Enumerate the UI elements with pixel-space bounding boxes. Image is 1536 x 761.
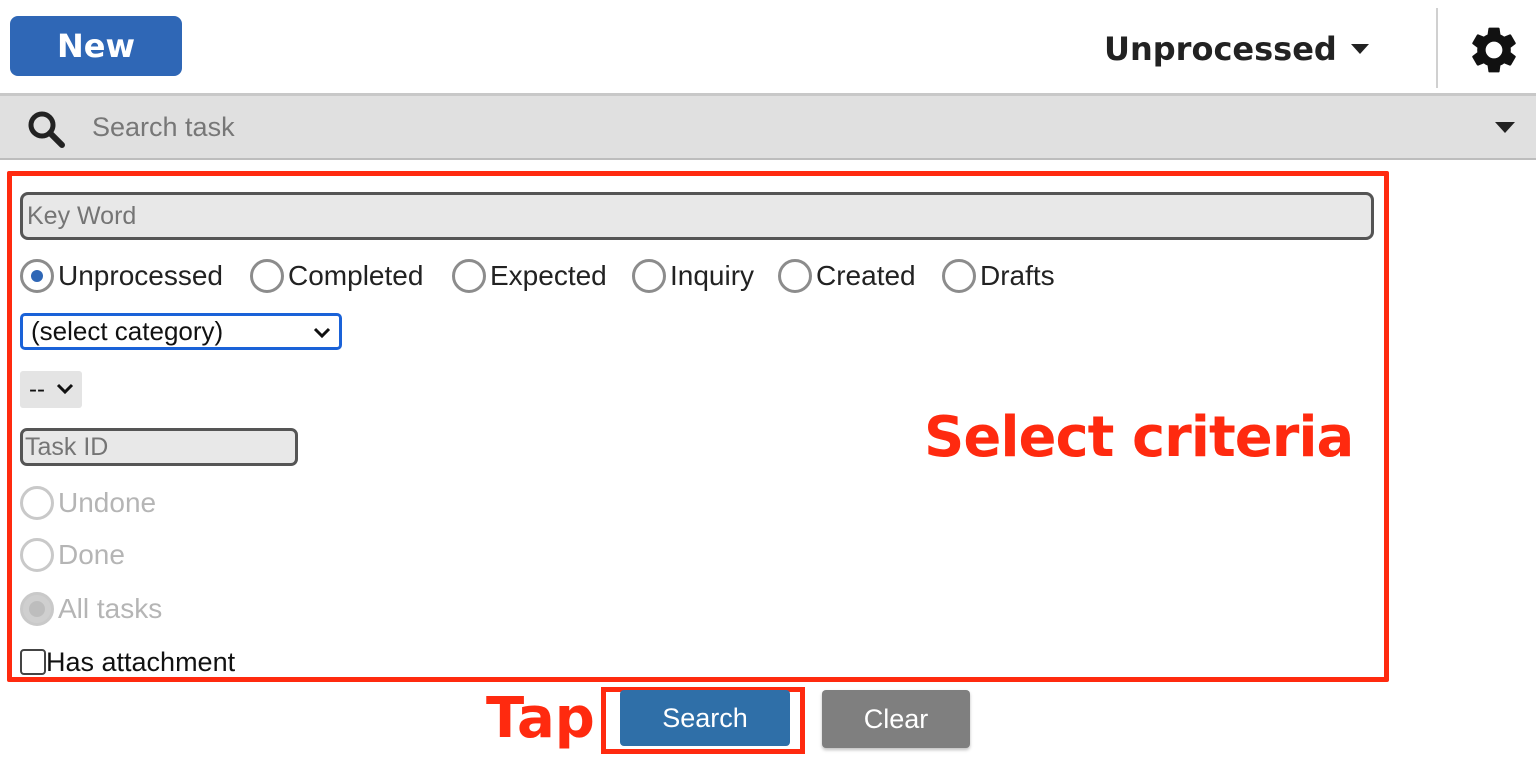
has-attachment-label: Has attachment xyxy=(46,646,236,677)
radio-button[interactable] xyxy=(20,592,54,626)
expand-caret-icon[interactable] xyxy=(1495,122,1515,133)
chevron-down-icon xyxy=(313,327,331,339)
radio-label: Undone xyxy=(58,487,157,518)
header-divider xyxy=(1436,8,1438,88)
radio-label: Unprocessed xyxy=(58,260,223,291)
radio-button[interactable] xyxy=(20,538,54,572)
sub-category-select[interactable]: -- xyxy=(20,371,82,408)
radio-label: All tasks xyxy=(58,593,163,624)
top-bar: New Unprocessed xyxy=(0,0,1536,96)
radio-button[interactable] xyxy=(942,259,976,293)
new-button[interactable]: New xyxy=(10,16,182,76)
radio-completed[interactable]: Completed xyxy=(250,256,423,296)
gear-icon[interactable] xyxy=(1466,22,1522,78)
radio-inquiry[interactable]: Inquiry xyxy=(632,256,754,296)
search-placeholder: Search task xyxy=(92,112,235,142)
radio-label: Completed xyxy=(288,260,424,291)
caret-down-icon xyxy=(1350,44,1369,54)
radio-button[interactable] xyxy=(778,259,812,293)
radio-expected[interactable]: Expected xyxy=(452,256,607,296)
radio-button[interactable] xyxy=(20,486,54,520)
chevron-down-icon xyxy=(56,383,74,395)
radio-undone[interactable]: Undone xyxy=(20,483,156,523)
search-button[interactable]: Search xyxy=(620,690,790,746)
radio-label: Drafts xyxy=(980,260,1055,291)
radio-all-tasks[interactable]: All tasks xyxy=(20,589,162,629)
radio-button[interactable] xyxy=(20,259,54,293)
keyword-input[interactable] xyxy=(20,192,1374,240)
radio-button[interactable] xyxy=(632,259,666,293)
status-filter-value: Unprocessed xyxy=(1104,30,1337,68)
search-bar[interactable]: Search task xyxy=(0,96,1536,160)
radio-label: Created xyxy=(816,260,916,291)
category-select[interactable]: (select category) xyxy=(20,313,342,350)
sub-category-value: -- xyxy=(29,375,45,403)
radio-button[interactable] xyxy=(452,259,486,293)
has-attachment-checkbox[interactable] xyxy=(20,649,46,675)
task-id-input[interactable] xyxy=(20,428,298,466)
radio-unprocessed[interactable]: Unprocessed xyxy=(20,256,223,296)
radio-label: Inquiry xyxy=(670,260,755,291)
annotation-tap: Tap xyxy=(486,686,595,751)
annotation-select-criteria: Select criteria xyxy=(924,405,1354,470)
status-filter-dropdown[interactable]: Unprocessed xyxy=(1104,22,1369,76)
radio-button[interactable] xyxy=(250,259,284,293)
has-attachment-option[interactable]: Has attachment xyxy=(20,645,235,679)
search-icon xyxy=(28,111,65,148)
radio-created[interactable]: Created xyxy=(778,256,916,296)
radio-done[interactable]: Done xyxy=(20,535,125,575)
radio-drafts[interactable]: Drafts xyxy=(942,256,1055,296)
radio-label: Expected xyxy=(490,260,607,291)
clear-button[interactable]: Clear xyxy=(822,690,970,748)
radio-label: Done xyxy=(58,539,125,570)
category-select-value: (select category) xyxy=(31,316,224,346)
